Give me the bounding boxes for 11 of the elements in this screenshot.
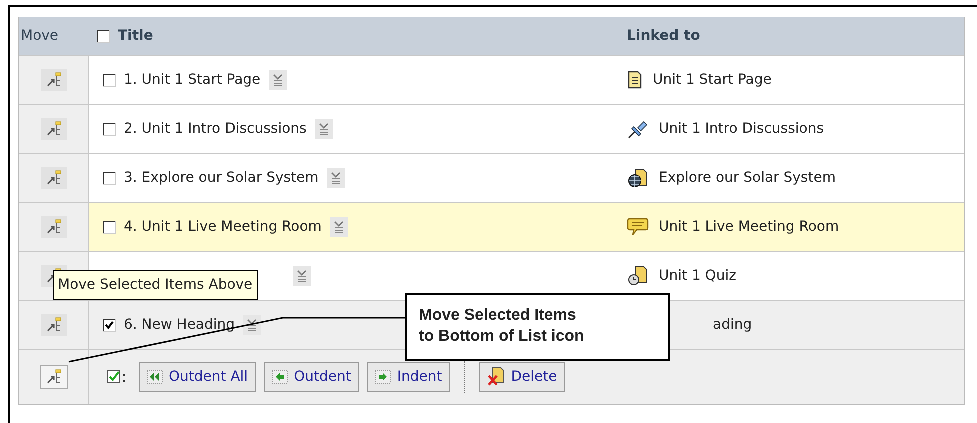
item-title: 2. Unit 1 Intro Discussions	[124, 121, 307, 137]
column-header: Title	[118, 28, 154, 44]
item-title: 4. Unit 1 Live Meeting Room	[124, 219, 322, 235]
item-title: 1. Unit 1 Start Page	[124, 72, 261, 88]
item-title: 6. New Heading	[124, 317, 236, 333]
column-header: Linked to	[627, 28, 700, 44]
item-title: 3. Explore our Solar System	[124, 170, 319, 186]
callout-text: Move Selected Items	[419, 306, 578, 326]
tooltip: Move Selected Items Above	[53, 270, 258, 300]
callout-text: to Bottom of List icon	[419, 327, 586, 347]
column-header: Move	[21, 28, 59, 44]
